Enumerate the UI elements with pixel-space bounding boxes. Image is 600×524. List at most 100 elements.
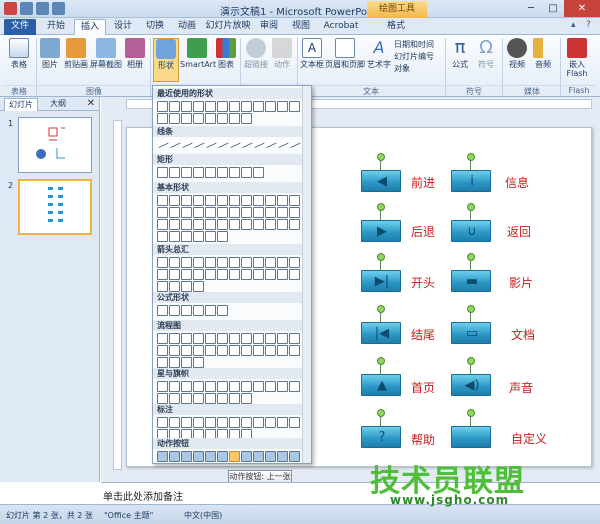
screenshot-button[interactable]: 屏幕截图 [90, 38, 122, 69]
audio-button[interactable]: 音频 [530, 38, 556, 69]
smartart-icon [187, 38, 207, 58]
slide-number-button[interactable]: 幻灯片编号 [394, 51, 434, 62]
tab-insert[interactable]: 插入 [74, 19, 106, 35]
slide-2-preview [48, 187, 63, 222]
action-button-document[interactable]: ▭ [451, 305, 491, 344]
tab-animations[interactable]: 动画 [172, 19, 202, 35]
slide-thumbnail-2[interactable] [18, 179, 92, 235]
group-label-symbols: 符号 [446, 85, 502, 96]
callouts-grid [157, 417, 303, 440]
header-footer-icon [335, 38, 355, 58]
button-label: 声音 [509, 381, 534, 395]
stars-grid [157, 381, 303, 404]
screenshot-icon [96, 38, 116, 58]
table-button[interactable]: 表格 [6, 38, 32, 69]
tab-file[interactable]: 文件 [4, 19, 36, 35]
tab-design[interactable]: 设计 [108, 19, 138, 35]
smartart-button[interactable]: SmartArt [180, 38, 216, 69]
status-theme: "Office 主题" [104, 511, 154, 520]
chart-button[interactable]: 图表 [215, 38, 237, 69]
video-button[interactable]: 视频 [504, 38, 530, 69]
slide-number: 1 [8, 119, 14, 128]
header-footer-button[interactable]: 页眉和页脚 [325, 38, 365, 69]
action-button-help[interactable]: ? [361, 409, 401, 448]
tab-format[interactable]: 格式 [370, 19, 422, 35]
action-button-return[interactable]: ∪ [451, 203, 491, 242]
button-label: 开头 [411, 276, 436, 290]
gallery-section-action-buttons: 动作按钮 [153, 438, 303, 449]
maximize-icon[interactable]: □ [542, 0, 564, 17]
gallery-section-recent: 最近使用的形状 [153, 88, 303, 99]
equation-button[interactable]: π 公式 [448, 38, 472, 70]
action-buttons-row [157, 451, 303, 462]
tab-view[interactable]: 视图 [286, 19, 316, 35]
ribbon-help-area: ▴ ? [571, 20, 596, 31]
arrows-grid [157, 257, 303, 292]
action-button-back[interactable]: ▶ [361, 203, 401, 242]
action-button-info[interactable]: i [451, 153, 491, 192]
gallery-section-arrows: 箭头总汇 [153, 244, 303, 255]
group-label-images: 图像 [38, 85, 150, 96]
tab-transitions[interactable]: 切换 [140, 19, 170, 35]
action-button-end[interactable]: |◀ [361, 305, 401, 344]
action-button-movie[interactable]: ▬ [451, 253, 491, 292]
hyperlink-button[interactable]: 超链接 [242, 38, 270, 69]
flowchart-grid [157, 333, 303, 368]
gallery-section-basic-shapes: 基本形状 [153, 182, 303, 193]
textbox-button[interactable]: A 文本框 [299, 38, 325, 69]
action-button-forward[interactable]: ◀ [361, 153, 401, 192]
table-icon [9, 38, 29, 58]
tab-outline[interactable]: 大纲 [46, 98, 70, 111]
collapse-ribbon-icon[interactable]: ▴ [571, 20, 581, 31]
action-button-custom[interactable] [451, 409, 491, 448]
album-button[interactable]: 相册 [122, 38, 148, 69]
lines-row [156, 137, 303, 149]
gallery-section-flowchart: 流程图 [153, 320, 303, 331]
equation-row [157, 305, 303, 316]
button-label: 影片 [509, 276, 534, 290]
gallery-section-rectangles: 矩形 [153, 154, 303, 165]
datetime-button[interactable]: 日期和时间 [394, 39, 434, 50]
action-button-beginning[interactable]: ▶| [361, 253, 401, 292]
hyperlink-icon [246, 38, 266, 58]
action-button-sound[interactable]: ◀) [451, 357, 491, 396]
slide-thumbnail-1[interactable] [18, 117, 92, 173]
slides-pane: 幻灯片 大纲 ✕ 1 2 [0, 97, 100, 482]
tab-slides[interactable]: 幻灯片 [4, 98, 38, 111]
minimize-icon[interactable]: ─ [520, 0, 542, 17]
group-label-table: 表格 [2, 85, 36, 96]
rectangles-row [157, 167, 303, 178]
group-label-media: 媒体 [504, 85, 560, 96]
recent-shapes-row [157, 101, 303, 124]
tab-slideshow[interactable]: 幻灯片放映 [204, 19, 252, 35]
object-button[interactable]: 对象 [394, 63, 410, 74]
help-icon[interactable]: ? [586, 20, 596, 31]
symbol-button[interactable]: Ω 符号 [474, 37, 498, 70]
action-button[interactable]: 动作 [270, 38, 294, 69]
clipart-button[interactable]: 剪贴画 [62, 38, 90, 69]
wordart-button[interactable]: A 艺术字 [366, 38, 392, 69]
button-label: 返回 [507, 225, 532, 239]
tab-home[interactable]: 开始 [40, 19, 72, 35]
close-icon[interactable]: ✕ [564, 0, 600, 17]
status-bar: 幻灯片 第 2 张，共 2 张 "Office 主题" 中文(中国) [0, 504, 600, 524]
shapes-icon [156, 39, 176, 59]
gallery-scrollbar[interactable] [302, 86, 311, 463]
embed-flash-button[interactable]: 嵌入 Flash [562, 38, 592, 78]
status-language: 中文(中国) [184, 511, 223, 520]
ribbon-tabs: 文件 开始 插入 设计 切换 动画 幻灯片放映 审阅 视图 Acrobat 格式… [0, 18, 600, 35]
button-label: 前进 [411, 176, 436, 190]
picture-button[interactable]: 图片 [38, 38, 62, 69]
slide-1-preview [36, 127, 65, 159]
tab-acrobat[interactable]: Acrobat [318, 19, 364, 35]
gallery-section-stars: 星与旗帜 [153, 368, 303, 379]
action-button-home[interactable]: ▲ [361, 357, 401, 396]
group-label-flash: Flash [562, 85, 596, 96]
omega-icon: Ω [479, 37, 493, 58]
notes-pane[interactable]: 单击此处添加备注 [101, 482, 600, 504]
close-pane-icon[interactable]: ✕ [87, 98, 95, 109]
shapes-button[interactable]: 形状 [153, 38, 179, 82]
album-icon [125, 38, 145, 58]
gallery-section-callouts: 标注 [153, 404, 303, 415]
tab-review[interactable]: 审阅 [254, 19, 284, 35]
